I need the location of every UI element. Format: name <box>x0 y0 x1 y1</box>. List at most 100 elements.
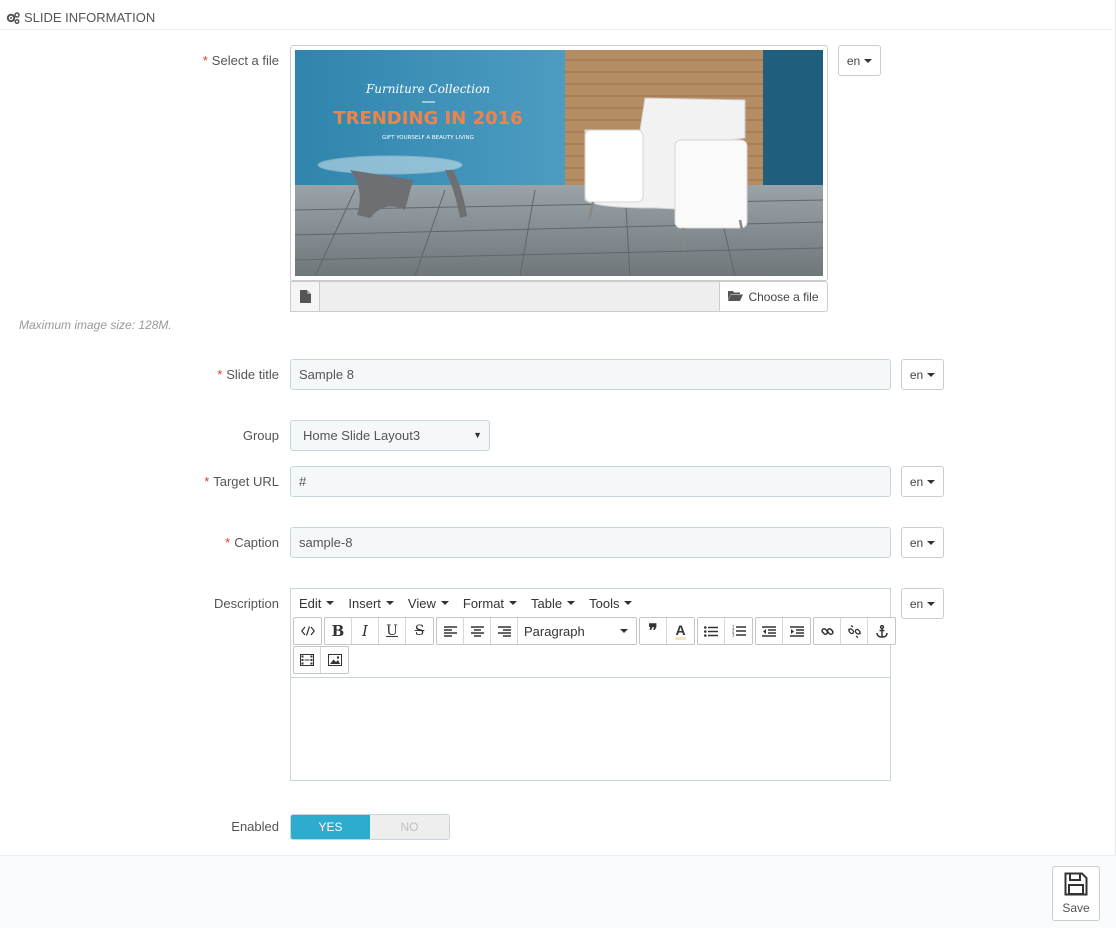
caption-input[interactable]: sample-8 <box>290 527 891 558</box>
description-editor: Edit Insert View Format Table Tools B I … <box>290 588 896 781</box>
editor-toolbar: B I U S Paragraph ❞ A 123 <box>291 617 896 674</box>
slide-image-preview: Furniture Collection TRENDING IN 2016 GI… <box>290 45 828 281</box>
bold-icon[interactable]: B <box>325 618 352 644</box>
caret-down-icon <box>624 601 633 605</box>
caret-down-icon <box>927 479 936 484</box>
menu-label: Edit <box>299 595 322 611</box>
link-icon[interactable] <box>814 618 841 644</box>
file-label-text: Select a file <box>211 53 279 68</box>
target-url-input[interactable]: # <box>290 466 891 497</box>
panel-heading: SLIDE INFORMATION <box>0 0 1112 30</box>
save-label: Save <box>1062 901 1090 915</box>
lang-label: en <box>909 474 924 489</box>
media-icon[interactable] <box>294 647 321 673</box>
anchor-icon[interactable] <box>868 618 895 644</box>
panel-title: SLIDE INFORMATION <box>24 10 156 25</box>
menu-view[interactable]: View <box>408 596 449 611</box>
caret-down-icon <box>326 601 335 605</box>
required-marker: * <box>202 53 208 68</box>
title-lang-dropdown[interactable]: en <box>901 359 944 390</box>
caret-down-icon <box>509 601 518 605</box>
enabled-yes-option[interactable]: YES <box>291 815 370 839</box>
file-help-text: Maximum image size: 128M. <box>19 318 172 332</box>
description-label: Description <box>213 596 279 611</box>
banner-headline: TRENDING IN 2016 <box>333 108 522 129</box>
italic-icon[interactable]: I <box>352 618 379 644</box>
slide-title-input[interactable]: Sample 8 <box>290 359 891 390</box>
url-lang-dropdown[interactable]: en <box>901 466 944 497</box>
file-lang-dropdown[interactable]: en <box>838 45 881 76</box>
caret-down-icon <box>385 601 394 605</box>
blockquote-icon[interactable]: ❞ <box>640 618 667 644</box>
caret-down-icon <box>927 601 936 606</box>
caret-down-icon <box>927 540 936 545</box>
banner-subline: GIFT YOURSELF A BEAUTY LIVING <box>382 135 474 141</box>
file-label: * Select a file <box>203 53 279 68</box>
save-icon <box>1064 872 1088 899</box>
file-icon <box>290 281 320 312</box>
panel-footer <box>0 855 1116 928</box>
caption-label: * Caption <box>225 535 279 550</box>
outdent-icon[interactable] <box>756 618 783 644</box>
editor-menubar: Edit Insert View Format Table Tools <box>291 589 890 617</box>
slide-image: Furniture Collection TRENDING IN 2016 GI… <box>295 50 823 276</box>
folder-open-icon <box>728 290 744 304</box>
strikethrough-icon[interactable]: S <box>406 618 433 644</box>
menu-label: View <box>407 595 436 611</box>
editor-content-area[interactable] <box>291 677 890 781</box>
group-select[interactable]: Home Slide Layout3 ▼ <box>290 420 490 451</box>
enabled-label: Enabled <box>231 819 279 834</box>
source-code-icon[interactable] <box>294 618 321 644</box>
menu-label: Format <box>462 595 505 611</box>
url-label-text: Target URL <box>213 474 279 489</box>
menu-label: Table <box>531 595 563 611</box>
required-marker: * <box>204 474 210 489</box>
indent-icon[interactable] <box>783 618 810 644</box>
svg-text:3: 3 <box>732 633 735 638</box>
text-color-icon[interactable]: A <box>667 618 694 644</box>
choose-file-button[interactable]: Choose a file <box>720 281 828 312</box>
title-label-text: Slide title <box>226 367 279 382</box>
menu-tools[interactable]: Tools <box>589 595 633 611</box>
menu-label: Insert <box>348 595 381 611</box>
file-name-field[interactable] <box>320 281 720 312</box>
align-left-icon[interactable] <box>437 618 464 644</box>
bullet-list-icon[interactable] <box>698 618 725 644</box>
unlink-icon[interactable] <box>841 618 868 644</box>
caption-lang-dropdown[interactable]: en <box>901 527 944 558</box>
caret-down-icon <box>440 601 449 605</box>
enabled-toggle[interactable]: YES NO <box>290 814 450 840</box>
required-marker: * <box>217 367 223 382</box>
group-label: Group <box>242 428 279 443</box>
lang-label: en <box>909 535 924 550</box>
file-upload-row: Choose a file <box>290 281 828 312</box>
description-lang-dropdown[interactable]: en <box>901 588 944 619</box>
menu-format[interactable]: Format <box>462 595 518 611</box>
caret-down-icon <box>567 601 576 605</box>
image-icon[interactable] <box>321 647 348 673</box>
save-button[interactable]: Save <box>1052 866 1100 921</box>
group-select-value: Home Slide Layout3 <box>303 428 421 443</box>
caption-label-text: Caption <box>234 535 279 550</box>
menu-insert[interactable]: Insert <box>348 596 394 611</box>
underline-icon[interactable]: U <box>379 618 406 644</box>
select-arrow-icon: ▼ <box>473 430 482 440</box>
enabled-no-option[interactable]: NO <box>370 815 449 839</box>
menu-table[interactable]: Table <box>531 595 576 611</box>
align-center-icon[interactable] <box>464 618 491 644</box>
cogs-icon <box>6 11 20 24</box>
lang-label: en <box>909 367 924 382</box>
banner-script-title: Furniture Collection <box>365 82 490 96</box>
lang-label: en <box>846 53 861 68</box>
caret-down-icon <box>864 58 873 63</box>
numbered-list-icon[interactable]: 123 <box>725 618 752 644</box>
block-format-select[interactable]: Paragraph <box>518 618 636 644</box>
lang-label: en <box>909 596 924 611</box>
title-label: * Slide title <box>217 367 279 382</box>
align-right-icon[interactable] <box>491 618 518 644</box>
block-format-value: Paragraph <box>524 623 585 639</box>
menu-edit[interactable]: Edit <box>299 595 335 611</box>
required-marker: * <box>225 535 231 550</box>
slide-information-panel: SLIDE INFORMATION * Select a file Furnit… <box>0 0 1116 928</box>
menu-label: Tools <box>589 595 620 611</box>
